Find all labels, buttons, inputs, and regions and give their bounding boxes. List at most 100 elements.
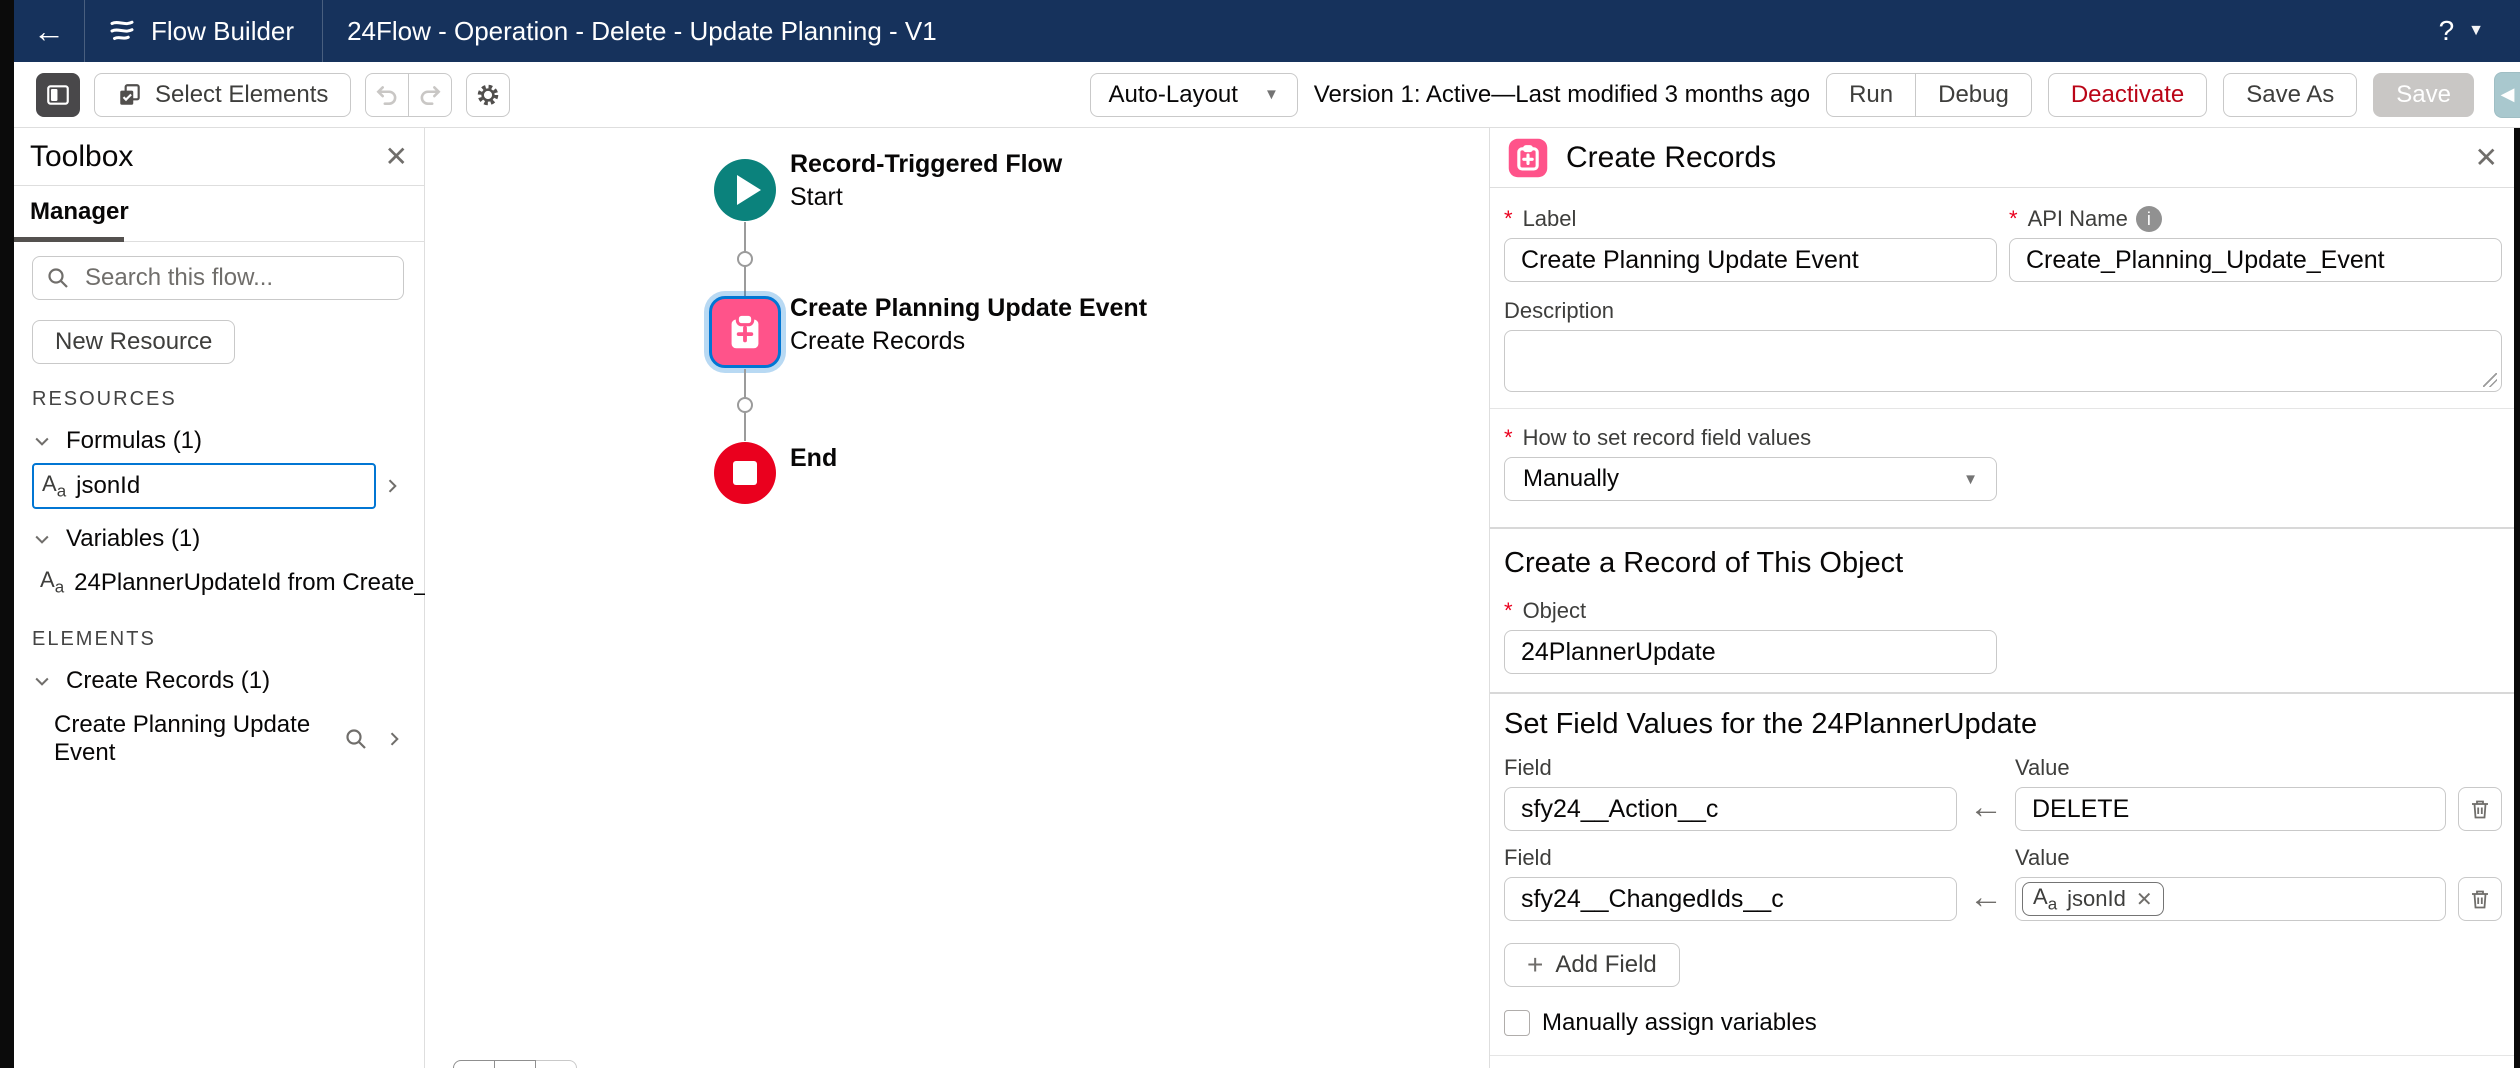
create-records-group-label: Create Records (1) — [66, 667, 270, 695]
field-input-2[interactable] — [1504, 877, 1957, 921]
app-branding: Flow Builder — [85, 16, 322, 47]
resize-handle-icon[interactable] — [2483, 373, 2497, 387]
zoom-in-button[interactable] — [495, 1060, 536, 1068]
end-node-label: End — [790, 444, 837, 473]
app-name: Flow Builder — [151, 16, 294, 47]
create-records-node-title: Create Planning Update Event — [790, 294, 1147, 323]
debug-button[interactable]: Debug — [1915, 73, 2032, 117]
object-section-heading: Create a Record of This Object — [1504, 547, 2502, 580]
chevron-left-icon: ◀ — [2501, 84, 2515, 105]
info-icon[interactable]: i — [2136, 206, 2162, 232]
flow-title: 24Flow - Operation - Delete - Update Pla… — [323, 16, 937, 47]
resource-item-jsonid[interactable]: Aa jsonId — [32, 463, 376, 509]
side-help-tab[interactable]: ◀ — [2494, 72, 2520, 118]
layout-select[interactable]: Auto-Layout ▼ — [1090, 73, 1298, 117]
element-item-create-planning-update-event[interactable]: Create Planning Update Event — [32, 707, 404, 771]
formulas-group-label: Formulas (1) — [66, 427, 202, 455]
resource-pill-label: jsonId — [2067, 886, 2126, 912]
undo-icon — [374, 82, 400, 108]
save-as-button[interactable]: Save As — [2223, 73, 2357, 117]
undo-button[interactable] — [365, 73, 409, 117]
plus-icon: + — [1527, 951, 1543, 979]
gear-icon — [474, 81, 502, 109]
save-button[interactable]: Save — [2373, 73, 2474, 117]
start-node-title: Record-Triggered Flow — [790, 150, 1062, 179]
back-arrow-icon: ← — [33, 13, 65, 50]
field-input-1[interactable] — [1504, 787, 1957, 831]
assignment-arrow-icon: ← — [1969, 878, 2003, 921]
add-field-label: Add Field — [1555, 951, 1656, 979]
text-resource-icon: Aa — [2033, 884, 2057, 914]
redo-icon — [417, 82, 443, 108]
chevron-down-icon: ▼ — [1264, 86, 1279, 103]
resource-pill-jsonid[interactable]: Aa jsonId ✕ — [2022, 882, 2164, 916]
how-to-set-select[interactable]: Manually ▼ — [1504, 457, 1997, 501]
manually-assign-variables-label: Manually assign variables — [1542, 1009, 1817, 1037]
delete-row-button[interactable] — [2458, 877, 2502, 921]
flow-builder-icon — [107, 16, 137, 46]
chevron-right-icon[interactable] — [384, 729, 404, 749]
toolbox-title: Toolbox — [30, 140, 133, 174]
divider — [1490, 408, 2514, 409]
section-divider — [1490, 527, 2514, 529]
required-asterisk: * — [1504, 598, 1513, 624]
back-button[interactable]: ← — [14, 0, 84, 62]
select-elements-icon — [117, 82, 143, 108]
create-records-node[interactable] — [709, 296, 781, 368]
field-label: Field — [1504, 755, 1957, 781]
create-records-node-label: Create Planning Update Event Create Reco… — [790, 294, 1147, 356]
panel-close-button[interactable]: ✕ — [2475, 141, 2498, 174]
toolbox-toggle-button[interactable] — [36, 73, 80, 117]
add-element-point[interactable] — [737, 251, 753, 267]
create-records-icon — [722, 309, 768, 355]
set-field-values-heading: Set Field Values for the 24PlannerUpdate — [1504, 708, 2502, 741]
help-menu-caret-icon[interactable]: ▼ — [2468, 22, 2484, 40]
how-to-set-label: *How to set record field values — [1504, 425, 2502, 451]
create-records-group-toggle[interactable]: Create Records (1) — [32, 667, 404, 695]
window-edge-left — [0, 0, 14, 1068]
trash-icon — [2468, 887, 2492, 911]
remove-pill-icon[interactable]: ✕ — [2136, 887, 2153, 912]
redo-button[interactable] — [408, 73, 452, 117]
value-input-1[interactable] — [2015, 787, 2446, 831]
search-input[interactable] — [32, 256, 404, 300]
end-node[interactable] — [714, 442, 776, 504]
variables-group-label: Variables (1) — [66, 525, 200, 553]
select-elements-button[interactable]: Select Elements — [94, 73, 351, 117]
description-label: Description — [1504, 298, 2502, 324]
manually-assign-variables-checkbox[interactable] — [1504, 1010, 1530, 1036]
create-records-node-subtitle: Create Records — [790, 327, 1147, 356]
resource-item-plannerupdateid[interactable]: Aa 24PlannerUpdateId from Create_Pla... — [32, 561, 404, 603]
add-field-button[interactable]: + Add Field — [1504, 943, 1680, 987]
flow-settings-button[interactable] — [466, 73, 510, 117]
help-icon[interactable]: ? — [2439, 15, 2455, 47]
add-element-point[interactable] — [737, 397, 753, 413]
toolbox-close-button[interactable]: ✕ — [385, 140, 408, 173]
resource-item-label: 24PlannerUpdateId from Create_Pla... — [74, 569, 482, 597]
play-icon — [737, 175, 761, 205]
search-icon — [46, 266, 70, 290]
new-resource-button[interactable]: New Resource — [32, 320, 235, 364]
run-button[interactable]: Run — [1826, 73, 1916, 117]
value-input-2[interactable]: Aa jsonId ✕ — [2015, 877, 2446, 921]
deactivate-button[interactable]: Deactivate — [2048, 73, 2207, 117]
resources-section-header: RESOURCES — [32, 388, 404, 411]
chevron-right-icon[interactable] — [382, 476, 402, 496]
tab-manager[interactable]: Manager — [30, 198, 129, 226]
start-node-subtitle: Start — [790, 183, 1062, 212]
how-to-set-value: Manually — [1523, 465, 1619, 493]
zoom-fit-button[interactable] — [536, 1060, 577, 1068]
find-on-canvas-icon[interactable] — [344, 727, 368, 751]
formulas-group-toggle[interactable]: Formulas (1) — [32, 427, 404, 455]
end-node-title: End — [790, 444, 837, 473]
label-input[interactable] — [1504, 238, 1997, 282]
start-node[interactable] — [714, 159, 776, 221]
zoom-out-button[interactable] — [453, 1060, 495, 1068]
window-edge-right — [2514, 128, 2520, 1068]
api-name-input[interactable] — [2009, 238, 2502, 282]
flow-canvas[interactable]: Record-Triggered Flow Start Create Plann… — [425, 128, 1489, 1068]
delete-row-button[interactable] — [2458, 787, 2502, 831]
variables-group-toggle[interactable]: Variables (1) — [32, 525, 404, 553]
object-input[interactable] — [1504, 630, 1997, 674]
description-textarea[interactable] — [1504, 330, 2502, 392]
